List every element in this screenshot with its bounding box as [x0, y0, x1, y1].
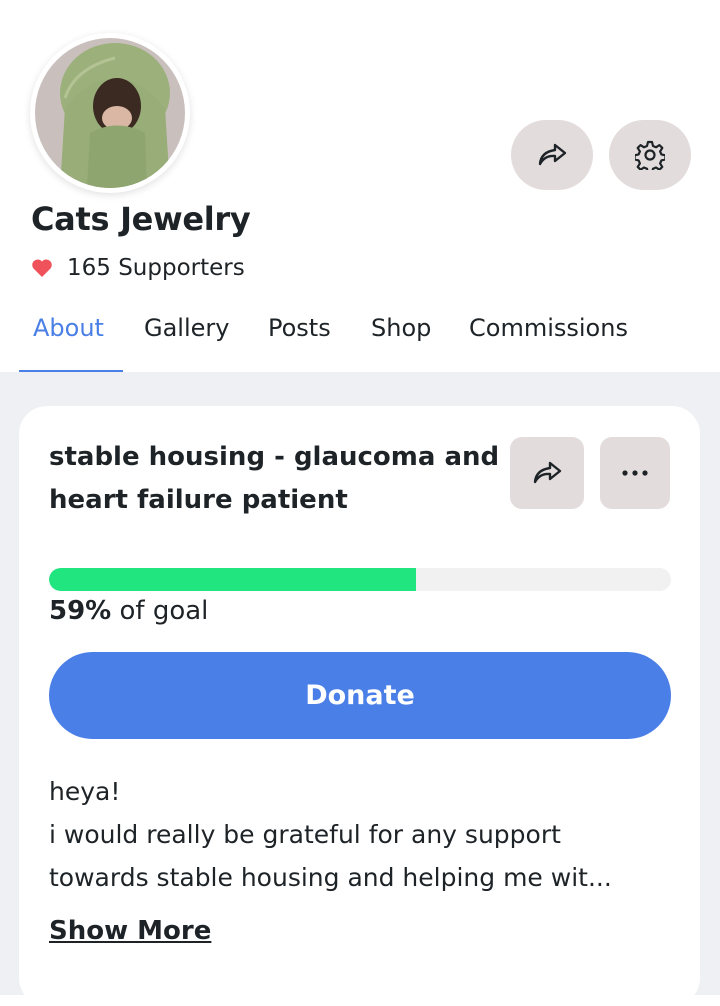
heart-icon — [32, 259, 52, 277]
goal-title: stable housing - glaucoma and heart fail… — [49, 436, 504, 522]
goal-progress-fill — [49, 568, 416, 591]
share-goal-button[interactable] — [510, 437, 584, 509]
share-profile-button[interactable] — [511, 120, 593, 190]
gear-icon — [635, 140, 665, 170]
supporters-label: 165 Supporters — [67, 255, 245, 281]
tab-shop[interactable]: Shop — [371, 314, 431, 342]
goal-percent: 59% — [49, 596, 112, 626]
description-line: heya! — [49, 777, 121, 806]
tab-commissions[interactable]: Commissions — [469, 314, 628, 342]
description-line: towards stable housing and helping me wi… — [49, 863, 612, 892]
profile-header: Cats Jewelry 165 Supporters About Galler… — [0, 0, 720, 374]
avatar[interactable] — [30, 33, 190, 193]
description-line: i would really be grateful for any suppo… — [49, 820, 561, 849]
tab-about[interactable]: About — [33, 314, 104, 342]
goal-title-line: stable housing - glaucoma and — [49, 442, 500, 472]
more-dots-icon — [622, 470, 648, 476]
profile-tabs: About Gallery Posts Shop Commissions — [0, 310, 720, 374]
goal-progress-bar — [49, 568, 671, 591]
tab-posts[interactable]: Posts — [268, 314, 331, 342]
profile-name: Cats Jewelry — [31, 200, 251, 238]
avatar-image — [35, 38, 185, 188]
show-more-link[interactable]: Show More — [49, 916, 211, 946]
share-icon — [533, 461, 562, 484]
goal-suffix: of goal — [111, 596, 209, 626]
goal-description: heya! i would really be grateful for any… — [49, 770, 674, 899]
goal-percent-text: 59% of goal — [49, 596, 208, 626]
more-options-button[interactable] — [600, 437, 670, 509]
supporters-count: 165 Supporters — [31, 255, 245, 281]
tab-gallery[interactable]: Gallery — [144, 314, 229, 342]
goal-title-line: heart failure patient — [49, 485, 348, 515]
settings-button[interactable] — [609, 120, 691, 190]
goal-card: stable housing - glaucoma and heart fail… — [19, 406, 700, 1006]
donate-button[interactable]: Donate — [49, 652, 671, 739]
share-icon — [538, 143, 567, 166]
